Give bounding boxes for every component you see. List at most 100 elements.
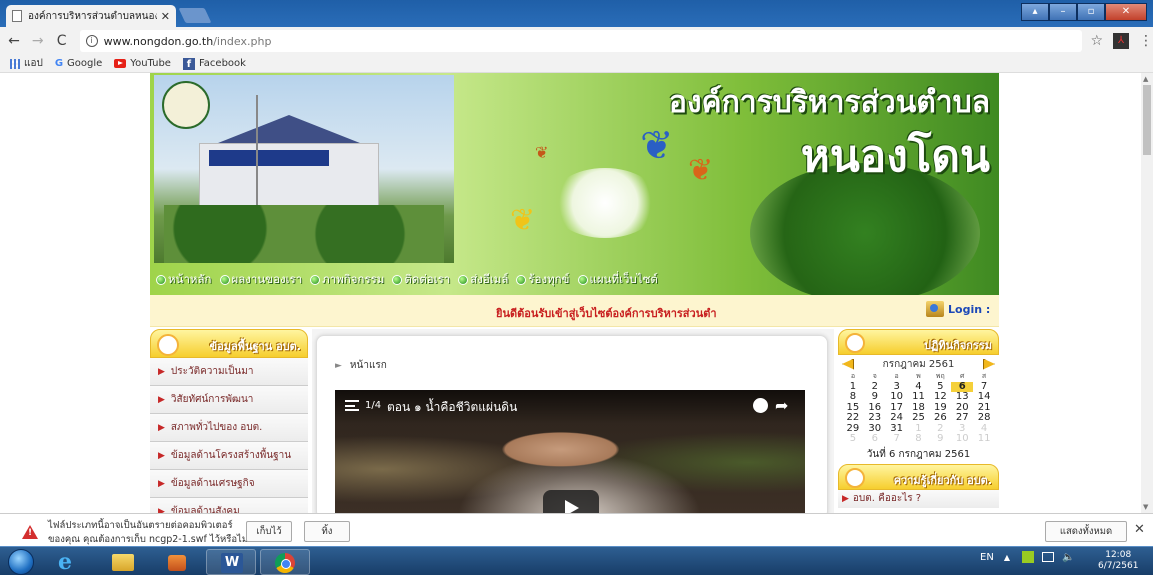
calendar-day[interactable]: 8 (908, 433, 930, 445)
sidebar-item-economy[interactable]: ▶ ข้อมูลด้านเศรษฐกิจ (150, 470, 308, 498)
about-panel-header: ความรู้เกี่ยวกับ อบต. (838, 463, 999, 490)
download-warning-line1: ไฟล์ประเภทนี้อาจเป็นอันตรายต่อคอมพิวเตอร… (48, 520, 233, 531)
calendar-day[interactable]: 25 (908, 412, 930, 424)
nav-gallery[interactable]: ภาพกิจกรรม (310, 271, 384, 289)
acrobat-extension-icon[interactable]: ⅄ (1113, 33, 1129, 49)
nav-email[interactable]: ส่งอีเมล์ (458, 271, 508, 289)
close-window-button[interactable]: ✕ (1105, 3, 1147, 21)
login-link[interactable]: Login : (926, 301, 990, 317)
browser-tab[interactable]: องค์การบริหารส่วนตำบลหนอง ✕ (6, 5, 176, 27)
about-item[interactable]: ▶ อบต. คืออะไร ? (838, 489, 999, 508)
calendar-day[interactable]: 12 (929, 391, 951, 403)
playlist-icon[interactable] (345, 400, 359, 411)
breadcrumb-home[interactable]: หน้าแรก (350, 358, 387, 373)
sidebar-item-society[interactable]: ▶ ข้อมูลด้านสังคม (150, 498, 308, 513)
calendar-day[interactable]: 11 (908, 391, 930, 403)
info-icon[interactable]: i (85, 35, 98, 47)
tab-close-icon[interactable]: ✕ (161, 10, 170, 23)
discard-button[interactable]: ทิ้ง (304, 521, 350, 542)
taskbar-internet-explorer[interactable]: e (44, 549, 94, 575)
activity-calendar: กรกฎาคม 2561 อจอพพฤศส 1 2 3 4 5 6 7 8 9 10 11 12 13 14… (838, 355, 999, 462)
bookmark-facebook[interactable]: f Facebook (182, 57, 246, 70)
sidebar-item-vision[interactable]: ▶ วิสัยทัศน์การพัฒนา (150, 386, 308, 414)
show-all-downloads-button[interactable]: แสดงทั้งหมด (1045, 521, 1127, 542)
login-icon (926, 301, 944, 317)
scroll-down-icon[interactable]: ▼ (1143, 503, 1148, 511)
sidebar-item-history[interactable]: ▶ ประวัติความเป็นมา (150, 358, 308, 386)
scrollbar-thumb[interactable] (1143, 85, 1151, 155)
calendar-day[interactable]: 26 (929, 412, 951, 424)
nav-label: แผนที่เว็บไซต์ (589, 272, 658, 286)
calendar-day[interactable]: 24 (886, 412, 908, 424)
back-icon[interactable]: ← (4, 33, 24, 49)
calendar-day[interactable]: 14 (973, 391, 995, 403)
calendar-day[interactable]: 28 (973, 412, 995, 424)
youtube-video-player[interactable]: 1/4 ตอน ๑ น้ำคือชีวิตแผ่นดิน ➦ (335, 390, 805, 513)
watch-later-icon[interactable] (753, 398, 768, 413)
volume-icon[interactable]: 🔈 (1062, 552, 1074, 563)
calendar-day[interactable]: 5 (842, 433, 864, 445)
calendar-day[interactable]: 23 (864, 412, 886, 424)
nav-contact[interactable]: ติดต่อเรา (392, 271, 450, 289)
taskbar-file-explorer[interactable] (98, 549, 148, 575)
breadcrumb: ► หน้าแรก (335, 358, 387, 373)
google-icon: G (54, 58, 64, 69)
next-month-icon[interactable] (983, 358, 995, 370)
video-title[interactable]: ตอน ๑ น้ำคือชีวิตแผ่นดิน (387, 398, 517, 417)
sidebar-item-infrastructure[interactable]: ▶ ข้อมูลด้านโครงสร้างพื้นฐาน (150, 442, 308, 470)
taskbar-media-player[interactable] (152, 549, 202, 575)
nav-home[interactable]: หน้าหลัก (156, 271, 212, 289)
user-icon[interactable]: ▴ (1021, 3, 1049, 21)
play-button[interactable] (543, 490, 599, 513)
calendar-day[interactable]: 13 (951, 391, 973, 403)
weekday-label: ส (981, 372, 987, 380)
calendar-day[interactable]: 22 (842, 412, 864, 424)
taskbar-word[interactable]: W (206, 549, 256, 575)
bookmark-star-icon[interactable]: ☆ (1090, 33, 1103, 49)
start-button[interactable] (8, 549, 34, 575)
calendar-day[interactable]: 9 (929, 433, 951, 445)
taskbar-chrome[interactable] (260, 549, 310, 575)
page-scrollbar[interactable]: ▲ ▼ (1141, 73, 1153, 513)
action-center-flag-icon[interactable] (1021, 551, 1034, 563)
bookmarks-bar: แอป G Google YouTube f Facebook (0, 55, 1153, 73)
prev-month-icon[interactable] (842, 358, 854, 370)
nav-sitemap[interactable]: แผนที่เว็บไซต์ (577, 271, 658, 289)
maximize-button[interactable]: ▫ (1077, 3, 1105, 21)
nav-label: ผลงานของเรา (231, 272, 303, 286)
calendar-day[interactable]: 10 (886, 391, 908, 403)
browser-menu-icon[interactable]: ⋮ (1139, 33, 1153, 49)
right-sidebar: ปฏิทินกิจกรรม กรกฎาคม 2561 อจอพพฤศส 1 2 3 4 5… (838, 329, 999, 513)
bookmark-apps[interactable]: แอป (10, 56, 43, 71)
keep-button[interactable]: เก็บไว้ (246, 521, 292, 542)
sidebar-item-general[interactable]: ▶ สภาพทั่วไปของ อบต. (150, 414, 308, 442)
scroll-up-icon[interactable]: ▲ (1143, 75, 1148, 83)
header-banner: ❦ ❦ ❦ ❦ องค์การบริหารส่วนตำบล หนองโดน หน… (150, 73, 999, 295)
download-warning-line2: ของคุณ คุณต้องการเก็บ ncgp2-1.swf ไว้หรื… (48, 534, 249, 545)
bookmark-youtube[interactable]: YouTube (114, 58, 171, 69)
bookmark-google[interactable]: G Google (55, 58, 102, 69)
orange-butterfly-icon: ❦ (688, 153, 714, 188)
calendar-day[interactable]: 6 (864, 433, 886, 445)
calendar-day[interactable]: 11 (973, 433, 995, 445)
about-item-label: อบต. คืออะไร ? (852, 493, 922, 504)
calendar-day[interactable]: 27 (951, 412, 973, 424)
close-download-bar-icon[interactable]: ✕ (1134, 522, 1145, 537)
share-icon[interactable]: ➦ (775, 396, 788, 415)
address-bar[interactable]: i www.nongdon.go.th/index.php (79, 30, 1083, 52)
about-panel-title: ความรู้เกี่ยวกับ อบต. (893, 473, 992, 487)
calendar-day[interactable]: 7 (886, 433, 908, 445)
nav-complaint[interactable]: ร้องทุกข์ (516, 271, 570, 289)
taskbar-clock[interactable]: 12:08 6/7/2561 (1098, 550, 1138, 572)
calendar-day[interactable]: 9 (864, 391, 886, 403)
show-hidden-icons[interactable]: ▲ (1004, 553, 1010, 562)
calendar-day[interactable]: 8 (842, 391, 864, 403)
new-tab-button[interactable] (178, 8, 212, 23)
forward-icon[interactable]: → (28, 33, 48, 49)
network-icon[interactable] (1041, 552, 1054, 562)
reload-icon[interactable]: C (52, 33, 72, 49)
minimize-button[interactable]: – (1049, 3, 1077, 21)
language-indicator[interactable]: EN (980, 552, 994, 563)
nav-works[interactable]: ผลงานของเรา (219, 271, 303, 289)
calendar-day[interactable]: 10 (951, 433, 973, 445)
